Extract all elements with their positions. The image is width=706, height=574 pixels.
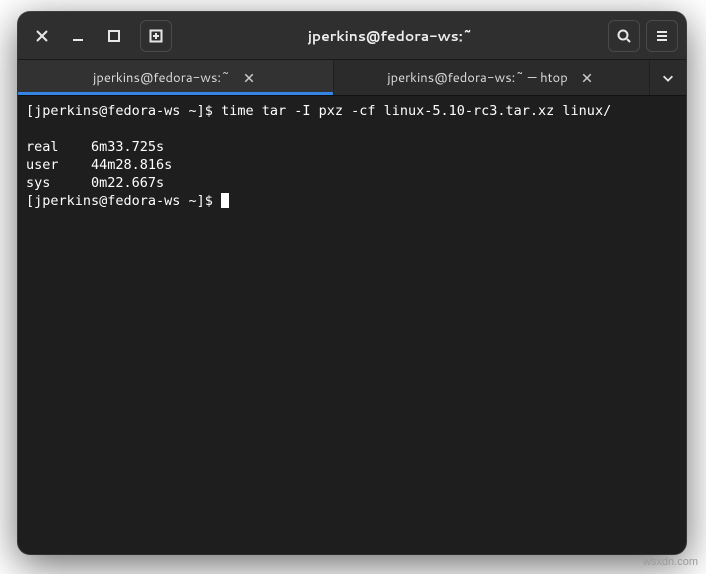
tab-bar: jperkins@fedora-ws:~ jperkins@fedora-ws:… xyxy=(18,60,686,96)
terminal-prompt: [jperkins@fedora-ws ~]$ xyxy=(26,193,221,209)
maximize-button[interactable] xyxy=(98,20,130,52)
terminal-window: jperkins@fedora-ws:~ jperkins@fedora-ws:… xyxy=(18,12,686,554)
terminal-output[interactable]: [jperkins@fedora-ws ~]$ time tar -I pxz … xyxy=(18,96,686,554)
tab-close-button[interactable] xyxy=(578,69,596,87)
tab-2[interactable]: jperkins@fedora-ws:~ — htop xyxy=(334,60,650,95)
close-icon xyxy=(243,72,255,84)
menu-button[interactable] xyxy=(646,20,678,52)
chevron-down-icon xyxy=(661,71,675,85)
minimize-icon xyxy=(70,28,86,44)
tab-label: jperkins@fedora-ws:~ — htop xyxy=(387,69,567,87)
terminal-line: sys 0m22.667s xyxy=(26,175,164,191)
new-tab-icon xyxy=(148,28,164,44)
tab-1[interactable]: jperkins@fedora-ws:~ xyxy=(18,60,334,95)
watermark: wsxdn.com xyxy=(643,556,698,568)
close-icon xyxy=(581,72,593,84)
minimize-button[interactable] xyxy=(62,20,94,52)
terminal-line: [jperkins@fedora-ws ~]$ time tar -I pxz … xyxy=(26,103,611,119)
search-icon xyxy=(616,28,632,44)
tab-close-button[interactable] xyxy=(240,69,258,87)
close-icon xyxy=(34,28,50,44)
cursor xyxy=(221,193,229,208)
window-title: jperkins@fedora-ws:~ xyxy=(176,26,604,46)
titlebar: jperkins@fedora-ws:~ xyxy=(18,12,686,60)
search-button[interactable] xyxy=(608,20,640,52)
tab-label: jperkins@fedora-ws:~ xyxy=(93,69,230,87)
close-button[interactable] xyxy=(26,20,58,52)
maximize-icon xyxy=(106,28,122,44)
hamburger-icon xyxy=(654,28,670,44)
tab-dropdown-button[interactable] xyxy=(650,60,686,95)
new-tab-button[interactable] xyxy=(140,20,172,52)
terminal-line: user 44m28.816s xyxy=(26,157,172,173)
terminal-line: real 6m33.725s xyxy=(26,139,164,155)
